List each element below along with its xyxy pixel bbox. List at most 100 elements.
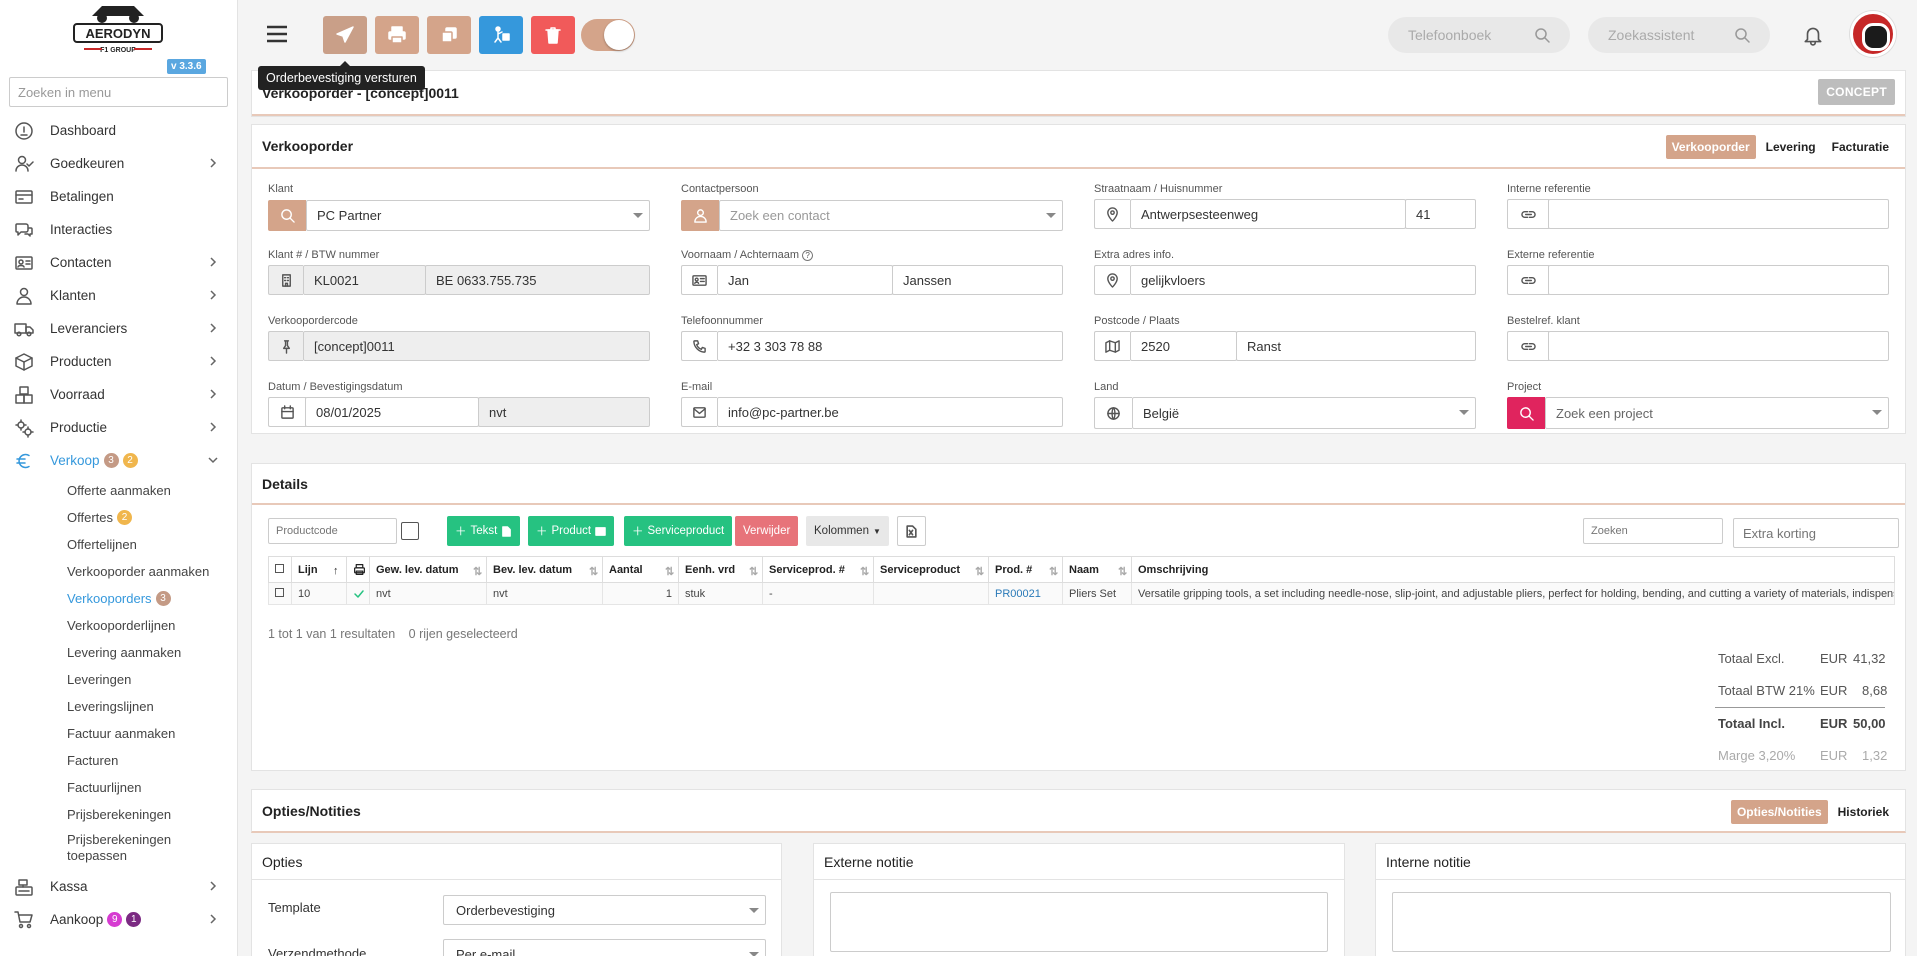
menu-search-input[interactable] — [9, 77, 228, 107]
project-search-button[interactable] — [1507, 397, 1545, 429]
tab-historiek[interactable]: Historiek — [1832, 800, 1895, 824]
externe-notitie-textarea[interactable] — [830, 892, 1328, 952]
project-select[interactable]: Zoek een project — [1545, 397, 1889, 429]
extra-korting-input[interactable] — [1733, 518, 1899, 548]
land-select[interactable]: België — [1132, 397, 1476, 429]
delete-button[interactable] — [531, 16, 575, 54]
copy-button[interactable] — [427, 16, 471, 54]
nav-dashboard[interactable]: Dashboard — [0, 114, 237, 147]
add-serviceproduct-button[interactable]: ＋ Serviceproduct — [624, 516, 733, 546]
plaats-input[interactable]: Ranst — [1236, 331, 1476, 361]
voornaam-input[interactable]: Jan — [717, 265, 893, 295]
sub-verkooporders[interactable]: Verkooporders 3 — [0, 585, 237, 612]
datum-input[interactable]: 08/01/2025 — [305, 397, 479, 427]
telefoon-input[interactable]: +32 3 303 78 88 — [717, 331, 1063, 361]
postcode-input[interactable]: 2520 — [1130, 331, 1237, 361]
interne-notitie-textarea[interactable] — [1392, 892, 1891, 952]
col-prod-nr[interactable]: Prod. # ⇅ — [988, 556, 1063, 583]
cell-bev[interactable]: nvt — [486, 582, 603, 605]
nav-producten[interactable]: Producten — [0, 345, 237, 378]
mode-toggle[interactable] — [581, 19, 635, 51]
contact-select[interactable]: Zoek een contact — [719, 200, 1063, 231]
tab-opties-notities[interactable]: Opties/Notities — [1730, 800, 1828, 824]
sub-factuur-aanmaken[interactable]: Factuur aanmaken — [0, 720, 237, 747]
tab-facturatie[interactable]: Facturatie — [1826, 135, 1895, 159]
interne-referentie-input[interactable] — [1548, 199, 1889, 229]
bestelref-klant-input[interactable] — [1548, 331, 1889, 361]
huisnummer-input[interactable]: 41 — [1405, 199, 1476, 229]
bell-icon[interactable] — [1802, 24, 1824, 46]
klant-select[interactable]: PC Partner — [306, 200, 650, 231]
verzendmethode-select[interactable]: Per e-mail — [443, 939, 766, 956]
columns-dropdown[interactable]: Kolommen ▼ — [806, 516, 889, 546]
externe-referentie-input[interactable] — [1548, 265, 1889, 295]
nav-betalingen[interactable]: Betalingen — [0, 180, 237, 213]
nav-klanten[interactable]: Klanten — [0, 279, 237, 312]
aerodyn-logo[interactable]: AERODYN F1 GROUP — [72, 2, 164, 56]
cell-aantal[interactable]: 1 — [602, 582, 679, 605]
nav-productie[interactable]: Productie — [0, 411, 237, 444]
nav-leveranciers[interactable]: Leveranciers — [0, 312, 237, 345]
sub-offertes[interactable]: Offertes 2 — [0, 504, 237, 531]
straat-input[interactable]: Antwerpsesteenweg — [1130, 199, 1406, 229]
col-naam[interactable]: Naam ⇅ — [1062, 556, 1132, 583]
add-text-button[interactable]: ＋ Tekst — [447, 516, 521, 546]
nav-kassa[interactable]: Kassa — [0, 870, 237, 903]
productcode-input[interactable] — [268, 518, 397, 544]
col-gew-lev-datum[interactable]: Gew. lev. datum ⇅ — [369, 556, 487, 583]
sub-offertelijnen[interactable]: Offertelijnen — [0, 531, 237, 558]
sub-levering-aanmaken[interactable]: Levering aanmaken — [0, 639, 237, 666]
sub-prijsberekeningen-toepassen[interactable]: Prijsberekeningen toepassen — [0, 828, 237, 868]
col-bev-lev-datum[interactable]: Bev. lev. datum ⇅ — [486, 556, 603, 583]
col-serviceproduct[interactable]: Serviceproduct ⇅ — [873, 556, 989, 583]
user-avatar[interactable] — [1850, 11, 1896, 57]
nav-interacties[interactable]: Interacties — [0, 213, 237, 246]
hand-truck-button[interactable] — [479, 16, 523, 54]
productcode-checkbox[interactable] — [401, 522, 419, 540]
details-search-input[interactable] — [1583, 518, 1723, 544]
sub-factuurlijnen[interactable]: Factuurlijnen — [0, 774, 237, 801]
nav-contacten[interactable]: Contacten — [0, 246, 237, 279]
template-select[interactable]: Orderbevestiging — [443, 895, 766, 925]
col-lijn[interactable]: Lijn ↑ — [291, 556, 347, 583]
select-all-checkbox[interactable] — [268, 556, 292, 583]
sub-leveringen[interactable]: Leveringen — [0, 666, 237, 693]
info-icon[interactable]: ? — [802, 250, 814, 261]
col-print[interactable] — [346, 556, 370, 583]
sub-facturen[interactable]: Facturen — [0, 747, 237, 774]
assistant-search[interactable]: Zoekassistent — [1588, 17, 1770, 53]
col-serviceprod-nr[interactable]: Serviceprod. # ⇅ — [762, 556, 874, 583]
sub-leveringslijnen[interactable]: Leveringslijnen — [0, 693, 237, 720]
sub-verkooporderlijnen[interactable]: Verkooporderlijnen — [0, 612, 237, 639]
phonebook-search[interactable]: Telefoonboek — [1388, 17, 1570, 53]
extra-label: Extra adres info. — [1094, 249, 1175, 261]
col-eenh-vrd[interactable]: Eenh. vrd ⇅ — [678, 556, 763, 583]
klant-search-button[interactable] — [268, 200, 306, 231]
cell-eenh[interactable]: stuk — [678, 582, 763, 605]
add-product-button[interactable]: ＋ Product — [528, 516, 615, 546]
cell-prodnr-link[interactable]: PR00021 — [988, 582, 1063, 605]
send-confirmation-button[interactable] — [323, 16, 367, 54]
sub-offerte-aanmaken[interactable]: Offerte aanmaken — [0, 477, 237, 504]
sub-prijsberekeningen[interactable]: Prijsberekeningen — [0, 801, 237, 828]
cell-print[interactable] — [346, 582, 370, 605]
row-checkbox[interactable] — [268, 582, 292, 605]
tab-levering[interactable]: Levering — [1760, 135, 1822, 159]
sub-verkooporder-aanmaken[interactable]: Verkooporder aanmaken — [0, 558, 237, 585]
hamburger-menu-icon[interactable] — [266, 25, 288, 43]
nav-goedkeuren[interactable]: Goedkeuren — [0, 147, 237, 180]
nav-verkoop[interactable]: Verkoop 3 2 — [0, 444, 237, 477]
remove-button[interactable]: Verwijder — [735, 516, 799, 546]
tab-verkooporder[interactable]: Verkooporder — [1665, 135, 1756, 159]
nav-aankoop[interactable]: Aankoop 9 1 — [0, 903, 237, 936]
col-omschrijving[interactable]: Omschrijving — [1131, 556, 1895, 583]
nav-voorraad[interactable]: Voorraad — [0, 378, 237, 411]
achternaam-input[interactable]: Janssen — [892, 265, 1063, 295]
email-input[interactable]: info@pc-partner.be — [717, 397, 1063, 427]
col-aantal[interactable]: Aantal ⇅ — [602, 556, 679, 583]
print-button[interactable] — [375, 16, 419, 54]
excel-export-button[interactable] — [897, 516, 926, 546]
extra-adres-input[interactable]: gelijkvloers — [1130, 265, 1476, 295]
cell-gew[interactable]: nvt — [369, 582, 487, 605]
table-row[interactable]: 10 nvt nvt 1 stuk - PR00021 Pliers Set V… — [268, 582, 1895, 605]
